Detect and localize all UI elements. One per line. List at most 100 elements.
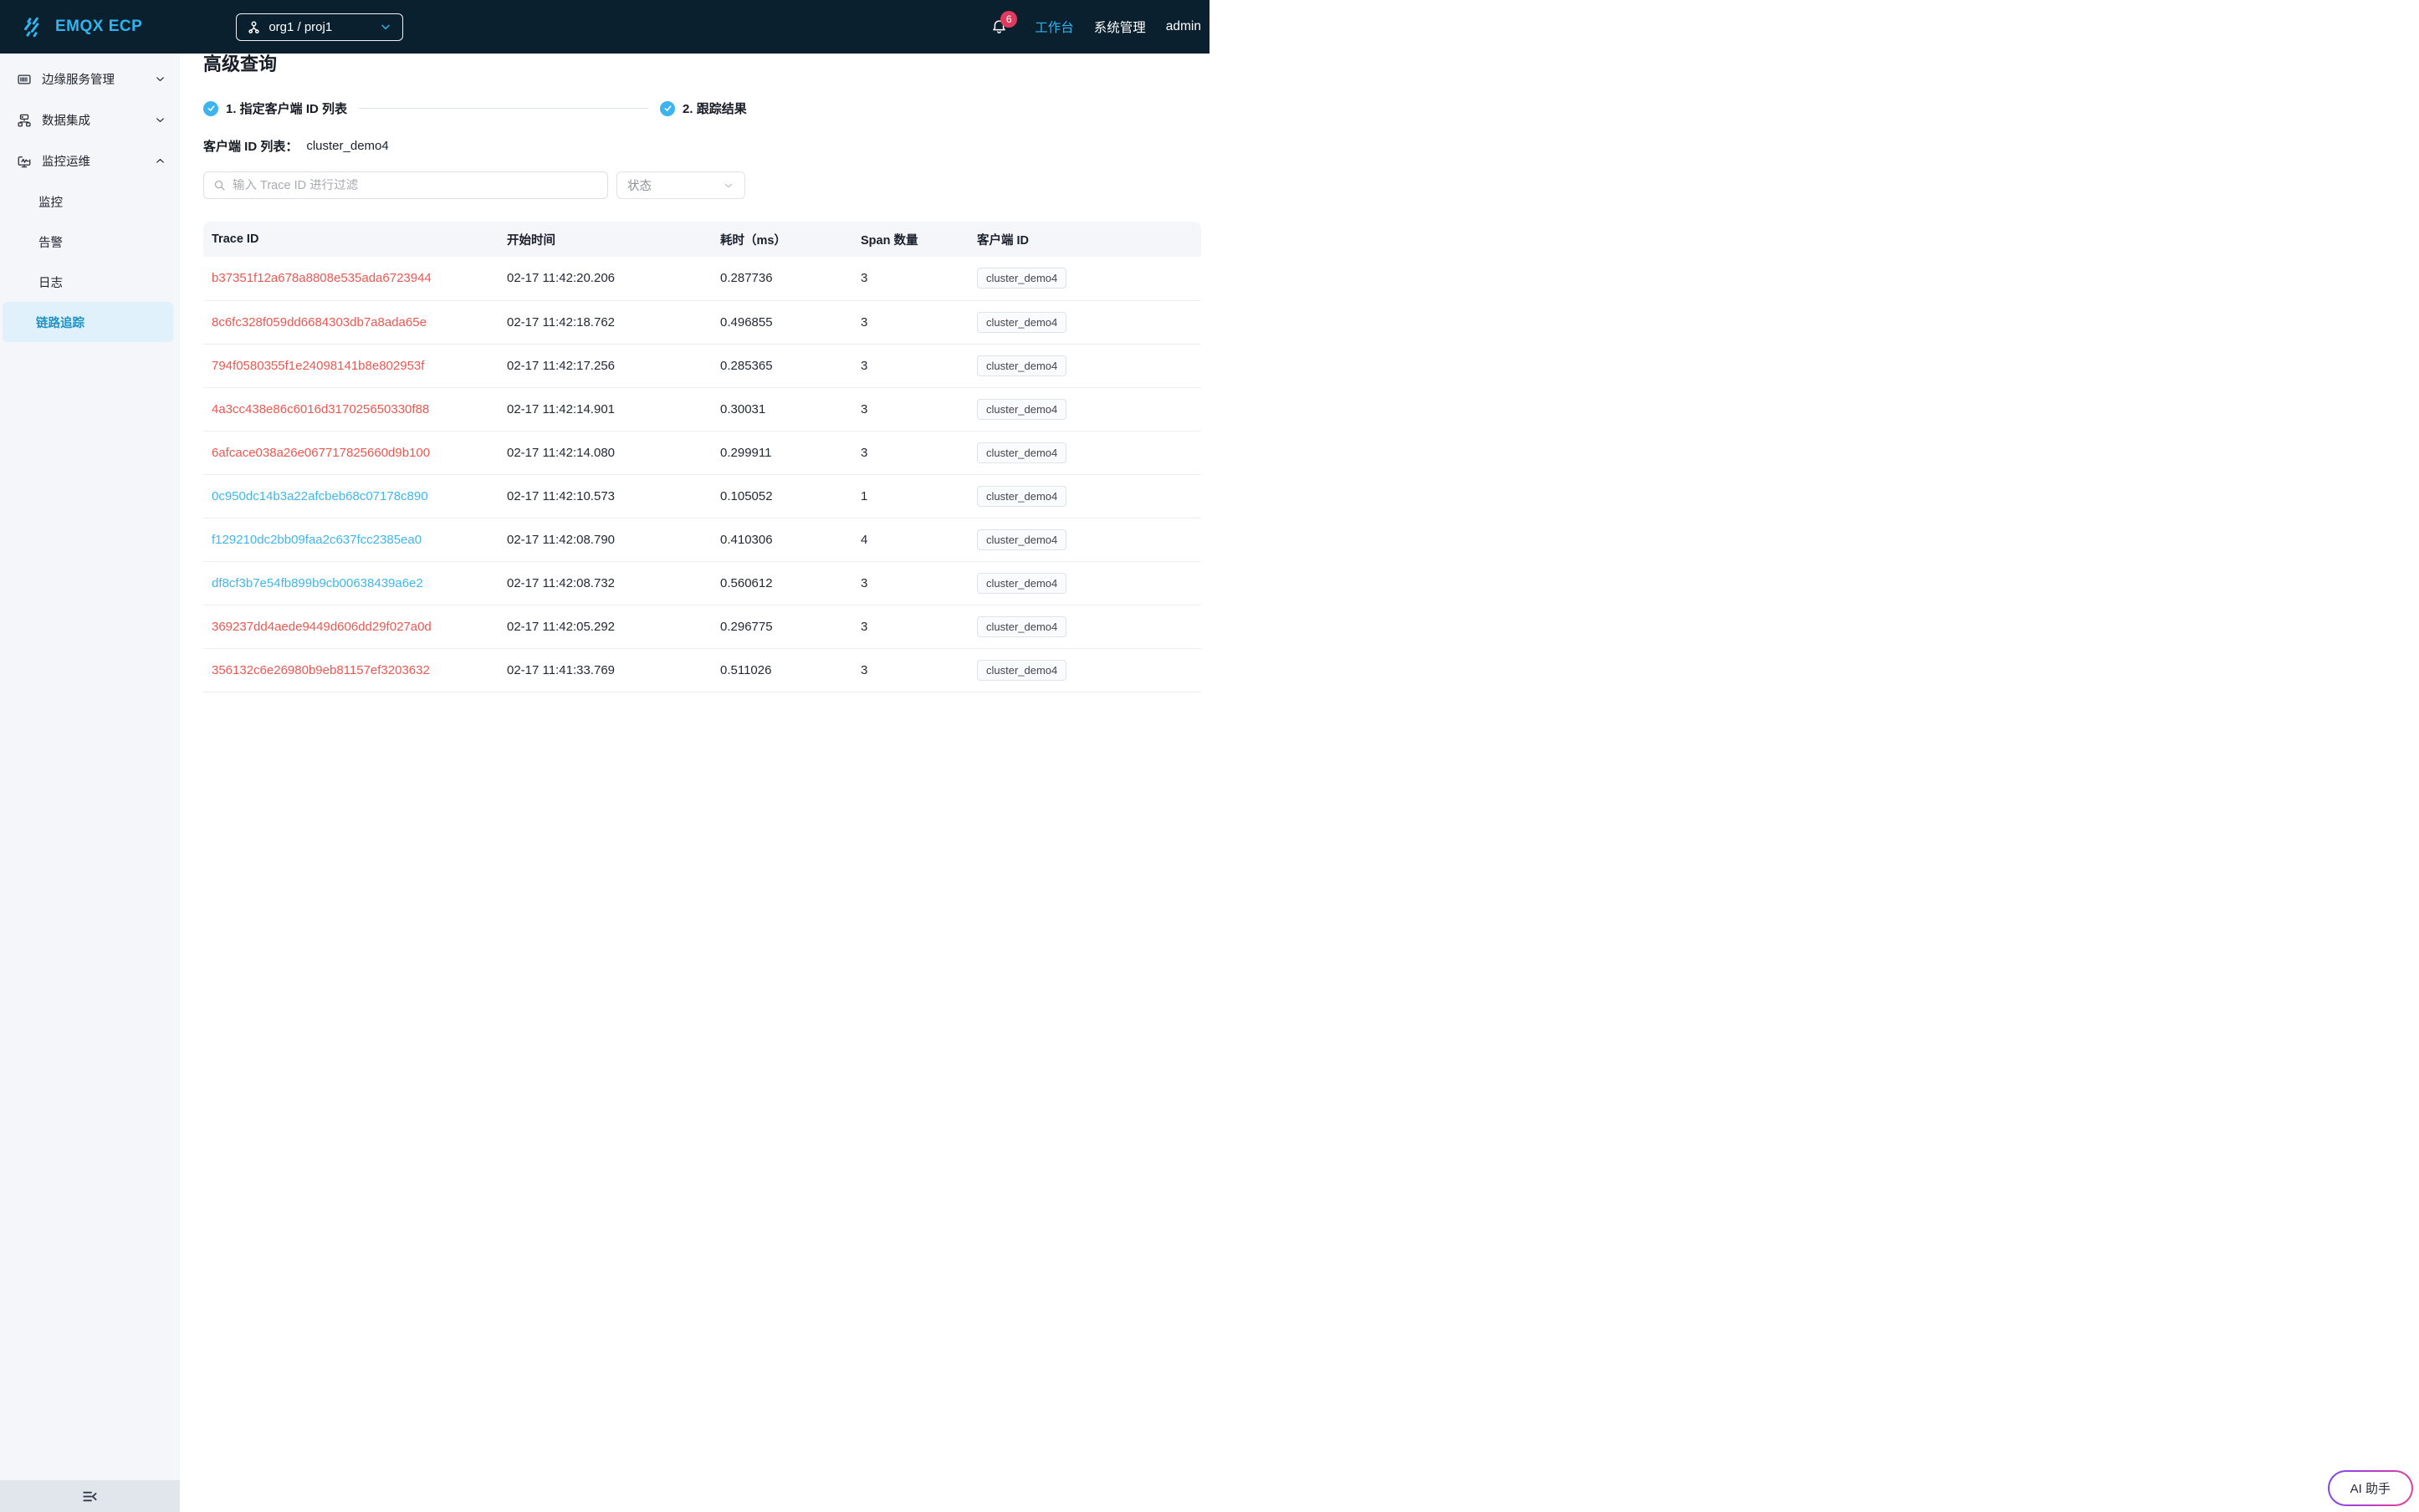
span-count-cell: 3 (861, 648, 977, 692)
table-row: df8cf3b7e54fb899b9cb00638439a6e2 02-17 11… (203, 561, 1201, 605)
trace-id-link[interactable]: 369237dd4aede9449d606dd29f027a0d (212, 620, 432, 634)
start-time-cell: 02-17 11:42:17.256 (507, 344, 720, 387)
chevron-down-icon (379, 20, 392, 33)
client-id-list-label: 客户端 ID 列表： (203, 137, 298, 155)
app-logo: EMQX ECP (22, 16, 142, 38)
sidebar: 边缘服务管理 数据集成 (0, 54, 180, 1512)
column-header-start-time: 开始时间 (507, 222, 720, 257)
brand-name: EMQX ECP (55, 18, 142, 36)
duration-cell: 0.285365 (720, 344, 861, 387)
span-count-cell: 3 (861, 257, 977, 300)
span-count-cell: 3 (861, 431, 977, 474)
chevron-down-icon (154, 73, 166, 85)
span-count-cell: 3 (861, 300, 977, 344)
chevron-down-icon (154, 114, 166, 126)
org-project-label: org1 / proj1 (268, 20, 332, 34)
duration-cell: 0.105052 (720, 474, 861, 518)
steps-bar: 1. 指定客户端 ID 列表 2. 跟踪结果 (203, 100, 1201, 117)
duration-cell: 0.296775 (720, 605, 861, 648)
status-select-placeholder: 状态 (627, 176, 652, 194)
sidebar-item-edge-service[interactable]: 边缘服务管理 (0, 59, 180, 100)
sidebar-item-label: 边缘服务管理 (42, 70, 115, 88)
start-time-cell: 02-17 11:42:20.206 (507, 257, 720, 300)
trace-table: Trace ID 开始时间 耗时（ms） Span 数量 客户端 ID b373… (203, 222, 1201, 692)
start-time-cell: 02-17 11:42:10.573 (507, 474, 720, 518)
client-id-tag: cluster_demo4 (977, 355, 1066, 376)
start-time-cell: 02-17 11:42:08.790 (507, 518, 720, 561)
sidebar-subitem-monitoring[interactable]: 监控 (3, 181, 173, 222)
nav-user-admin[interactable]: admin (1166, 19, 1201, 34)
ai-assistant-button[interactable]: AI 助手 (2328, 1470, 2413, 1506)
span-count-cell: 3 (861, 344, 977, 387)
table-row: 369237dd4aede9449d606dd29f027a0d 02-17 11… (203, 605, 1201, 648)
nav-system-management[interactable]: 系统管理 (1094, 18, 1146, 36)
org-icon (247, 20, 261, 34)
main-content: 链路追踪 / 高级查询 高级查询 1. 指定客户端 ID 列表 2. 跟踪结果 … (180, 0, 1210, 692)
trace-id-link[interactable]: f129210dc2bb09faa2c637fcc2385ea0 (212, 533, 422, 547)
duration-cell: 0.287736 (720, 257, 861, 300)
org-project-selector[interactable]: org1 / proj1 (236, 13, 403, 41)
status-select[interactable]: 状态 (616, 171, 745, 199)
trace-id-link[interactable]: b37351f12a678a8808e535ada6723944 (212, 271, 432, 285)
top-header: EMQX ECP org1 / proj1 6 工作台 (0, 0, 1210, 54)
table-row: 4a3cc438e86c6016d317025650330f88 02-17 11… (203, 387, 1201, 431)
duration-cell: 0.511026 (720, 648, 861, 692)
table-row: 356132c6e26980b9eb81157ef3203632 02-17 11… (203, 648, 1201, 692)
trace-id-link[interactable]: 6afcace038a26e067717825660d9b100 (212, 446, 430, 460)
span-count-cell: 3 (861, 561, 977, 605)
table-row: f129210dc2bb09faa2c637fcc2385ea0 02-17 11… (203, 518, 1201, 561)
chevron-up-icon (154, 155, 166, 167)
client-id-tag: cluster_demo4 (977, 268, 1066, 289)
trace-id-search-input[interactable] (233, 179, 598, 192)
start-time-cell: 02-17 11:42:14.901 (507, 387, 720, 431)
duration-cell: 0.30031 (720, 387, 861, 431)
duration-cell: 0.410306 (720, 518, 861, 561)
sidebar-item-data-integration[interactable]: 数据集成 (0, 100, 180, 140)
client-id-tag: cluster_demo4 (977, 399, 1066, 420)
nav-workbench[interactable]: 工作台 (1035, 18, 1074, 36)
trace-id-link[interactable]: 356132c6e26980b9eb81157ef3203632 (212, 663, 430, 677)
span-count-cell: 3 (861, 387, 977, 431)
sidebar-item-monitoring-ops[interactable]: 监控运维 (0, 140, 180, 181)
client-id-tag: cluster_demo4 (977, 442, 1066, 463)
data-integration-icon (17, 113, 32, 128)
step-2-label: 2. 跟踪结果 (683, 100, 747, 117)
sidebar-subitem-trace[interactable]: 链路追踪 (3, 302, 173, 342)
step-connector (359, 108, 648, 109)
client-id-list-row: 客户端 ID 列表： cluster_demo4 (203, 137, 1201, 155)
duration-cell: 0.299911 (720, 431, 861, 474)
sidebar-item-label: 监控运维 (42, 152, 90, 170)
chevron-down-icon (723, 180, 734, 192)
table-row: 794f0580355f1e24098141b8e802953f 02-17 11… (203, 344, 1201, 387)
notifications-button[interactable]: 6 (990, 18, 1015, 36)
trace-id-link[interactable]: 794f0580355f1e24098141b8e802953f (212, 359, 424, 373)
client-id-tag: cluster_demo4 (977, 529, 1066, 550)
column-header-client-id: 客户端 ID (977, 222, 1201, 257)
filter-row: 状态 (203, 171, 1201, 199)
column-header-trace-id: Trace ID (203, 222, 507, 257)
sidebar-collapse-button[interactable] (0, 1480, 180, 1512)
trace-id-link[interactable]: df8cf3b7e54fb899b9cb00638439a6e2 (212, 576, 423, 590)
client-id-tag: cluster_demo4 (977, 312, 1066, 333)
client-id-tag: cluster_demo4 (977, 660, 1066, 681)
start-time-cell: 02-17 11:42:08.732 (507, 561, 720, 605)
span-count-cell: 1 (861, 474, 977, 518)
client-id-tag: cluster_demo4 (977, 616, 1066, 637)
trace-id-link[interactable]: 4a3cc438e86c6016d317025650330f88 (212, 402, 429, 416)
start-time-cell: 02-17 11:42:14.080 (507, 431, 720, 474)
collapse-menu-icon (81, 1488, 99, 1505)
column-header-span-count: Span 数量 (861, 222, 977, 257)
start-time-cell: 02-17 11:42:05.292 (507, 605, 720, 648)
edge-service-icon (17, 72, 32, 87)
sidebar-subitem-logs[interactable]: 日志 (3, 262, 173, 302)
step-2-check-icon (660, 101, 675, 116)
duration-cell: 0.496855 (720, 300, 861, 344)
step-1-check-icon (203, 101, 218, 116)
table-header-row: Trace ID 开始时间 耗时（ms） Span 数量 客户端 ID (203, 222, 1201, 257)
trace-id-link[interactable]: 0c950dc14b3a22afcbeb68c07178c890 (212, 489, 428, 503)
emqx-logo-icon (22, 16, 44, 38)
sidebar-subitem-alarms[interactable]: 告警 (3, 222, 173, 262)
span-count-cell: 3 (861, 605, 977, 648)
trace-id-link[interactable]: 8c6fc328f059dd6684303db7a8ada65e (212, 315, 427, 329)
start-time-cell: 02-17 11:41:33.769 (507, 648, 720, 692)
